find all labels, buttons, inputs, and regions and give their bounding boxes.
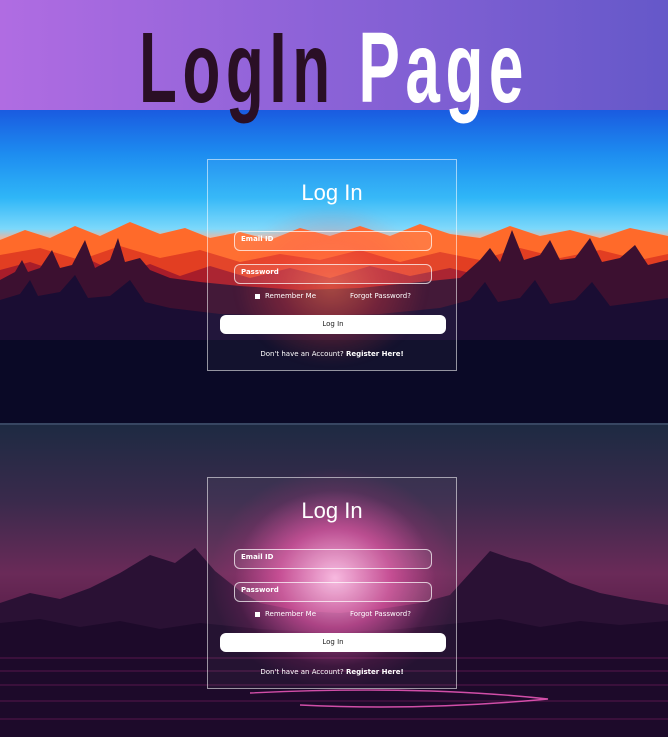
login-button[interactable]: Log In [220,315,446,334]
remember-me-checkbox[interactable]: Remember Me [255,292,316,300]
email-placeholder: Email ID [241,235,274,243]
register-prompt: Don't have an Account? [260,350,344,358]
checkbox-icon [255,293,260,299]
login-preview-sunset: Log In Email ID Password Remember Me For… [0,110,668,423]
email-field[interactable]: Email ID [234,231,432,251]
remember-me-label: Remember Me [265,610,316,618]
checkbox-icon [255,611,260,617]
remember-me-checkbox[interactable]: Remember Me [255,610,316,618]
title-word-login: LogIn [139,12,336,124]
register-text: Don't have an Account? Register Here! [208,350,456,358]
login-button[interactable]: Log In [220,633,446,652]
password-placeholder: Password [241,268,279,276]
login-card: Log In Email ID Password Remember Me For… [207,477,457,689]
register-prompt: Don't have an Account? [260,668,344,676]
login-preview-synthwave: Log In Email ID Password Remember Me For… [0,423,668,737]
email-field[interactable]: Email ID [234,549,432,569]
register-link[interactable]: Register Here! [346,668,404,676]
login-heading: Log In [301,498,363,523]
remember-me-label: Remember Me [265,292,316,300]
login-card: Log In Email ID Password Remember Me For… [207,159,457,371]
register-link[interactable]: Register Here! [346,350,404,358]
page-title: LogIn Page [127,0,541,137]
forgot-password-link[interactable]: Forgot Password? [350,610,411,618]
password-field[interactable]: Password [234,582,432,602]
title-word-page: Page [358,12,529,124]
register-text: Don't have an Account? Register Here! [208,668,456,676]
password-placeholder: Password [241,586,279,594]
login-heading: Log In [301,180,363,205]
email-placeholder: Email ID [241,553,274,561]
forgot-password-link[interactable]: Forgot Password? [350,292,411,300]
password-field[interactable]: Password [234,264,432,284]
